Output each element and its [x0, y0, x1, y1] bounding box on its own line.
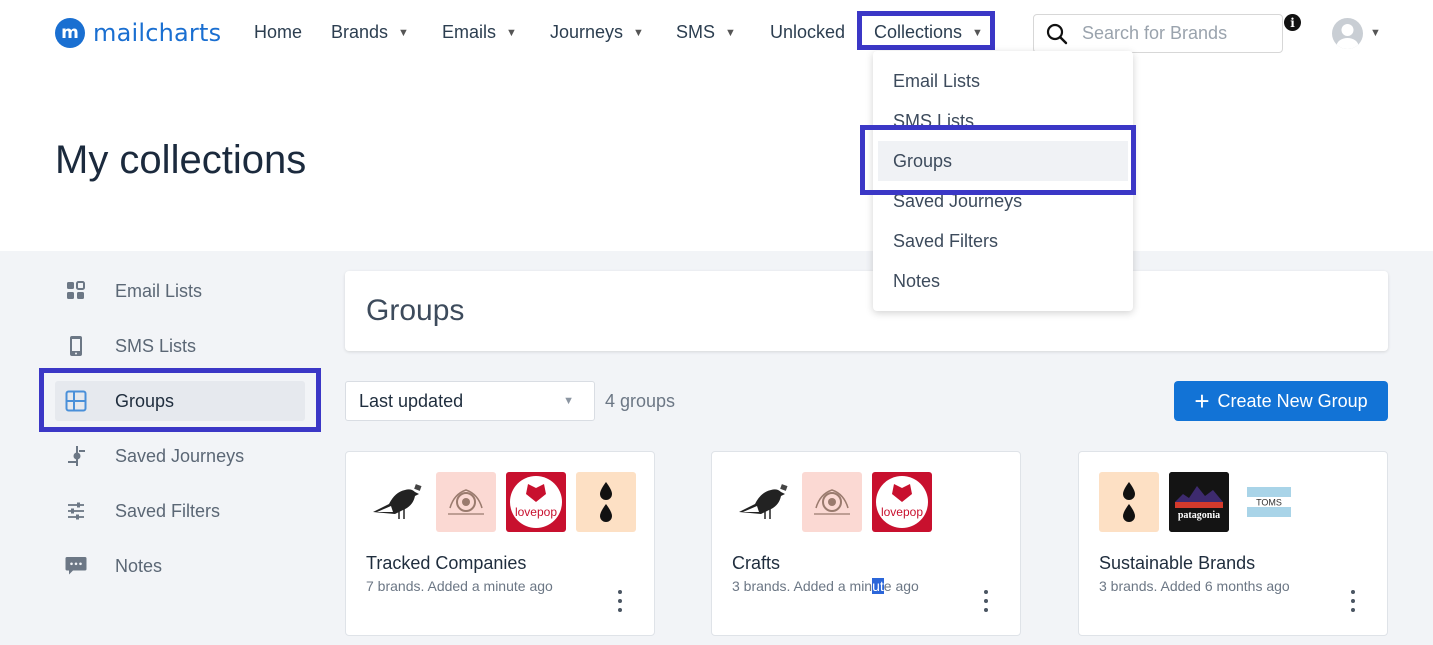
card-meta: 3 brands. Added 6 months ago: [1099, 578, 1290, 594]
mailcharts-logo[interactable]: m mailcharts: [55, 18, 221, 48]
nav-sms[interactable]: SMS ▼: [676, 22, 736, 43]
toms-text: TOMS: [1256, 498, 1282, 508]
more-options-icon[interactable]: [1349, 590, 1357, 612]
collections-highlight: [857, 11, 995, 50]
lovepop-logo-icon: lovepop: [506, 472, 566, 532]
create-new-group-button[interactable]: + Create New Group: [1174, 381, 1388, 421]
group-card-crafts[interactable]: lovepop Crafts 3 brands. Added a minute …: [711, 451, 1021, 636]
sidebar-item-email-lists[interactable]: Email Lists: [55, 271, 305, 311]
sliders-icon: [65, 500, 87, 522]
menu-item-saved-filters[interactable]: Saved Filters: [873, 221, 1133, 261]
sidebar-item-saved-filters[interactable]: Saved Filters: [55, 491, 305, 531]
plus-icon: +: [1194, 386, 1210, 416]
lovepop-text: lovepop: [515, 505, 557, 519]
ornament-logo-icon: [436, 472, 496, 532]
sidebar-item-label: Saved Filters: [115, 500, 221, 521]
nav-unlocked[interactable]: Unlocked: [770, 22, 845, 43]
more-options-icon[interactable]: [982, 590, 990, 612]
grid-icon: [65, 280, 87, 302]
sidebar-item-saved-journeys[interactable]: Saved Journeys: [55, 436, 305, 476]
card-meta: 7 brands. Added a minute ago: [366, 578, 553, 594]
card-meta: 3 brands. Added a minute ago: [732, 578, 919, 594]
chevron-down-icon: ▼: [563, 395, 574, 407]
phone-icon: [65, 335, 87, 357]
ornament-logo-icon: [802, 472, 862, 532]
brand-thumbnails: lovepop: [732, 472, 942, 532]
search-box[interactable]: [1033, 14, 1283, 53]
group-count: 4 groups: [605, 391, 676, 411]
card-title: Sustainable Brands: [1099, 553, 1256, 573]
nav-emails[interactable]: Emails ▼: [442, 22, 517, 43]
chevron-down-icon: ▼: [398, 26, 409, 39]
text-selection: ut: [872, 578, 884, 594]
drops-logo-icon: [1099, 472, 1159, 532]
logo-text: mailcharts: [93, 19, 222, 47]
card-meta-text: e ago: [883, 578, 919, 594]
chevron-down-icon[interactable]: ▼: [1370, 27, 1381, 39]
more-options-icon[interactable]: [616, 590, 624, 612]
drops-logo-icon: [576, 472, 636, 532]
pigeon-logo-icon: [732, 472, 792, 532]
nav-unlocked-label: Unlocked: [770, 22, 846, 42]
lovepop-text: lovepop: [881, 505, 923, 519]
sort-select-value: Last updated: [359, 390, 464, 411]
groups-header-panel: Groups: [345, 271, 1388, 351]
brand-thumbnails: lovepop: [366, 472, 646, 532]
section-title: Groups: [366, 294, 465, 327]
menu-groups-highlight: [860, 125, 1136, 195]
nav-journeys-label: Journeys: [550, 22, 624, 42]
journey-icon: [65, 445, 87, 467]
chat-icon: [65, 555, 87, 577]
sidebar-groups-highlight: [39, 368, 321, 432]
sidebar-item-label: SMS Lists: [115, 335, 197, 356]
toms-logo-icon: TOMS: [1239, 472, 1299, 532]
nav-emails-label: Emails: [442, 22, 497, 42]
card-title: Tracked Companies: [366, 553, 527, 573]
user-icon: [1336, 24, 1359, 49]
brand-thumbnails: patagonia TOMS: [1099, 472, 1309, 532]
chevron-down-icon: ▼: [633, 26, 644, 39]
nav-sms-label: SMS: [676, 22, 716, 42]
avatar[interactable]: [1332, 18, 1363, 49]
menu-item-notes[interactable]: Notes: [873, 261, 1133, 301]
menu-item-email-lists[interactable]: Email Lists: [873, 61, 1133, 101]
search-input[interactable]: [1082, 23, 1262, 44]
nav-journeys[interactable]: Journeys ▼: [550, 22, 644, 43]
create-button-label: Create New Group: [1217, 390, 1368, 411]
sidebar-item-label: Notes: [115, 555, 163, 576]
card-meta-text: 3 brands. Added a min: [732, 578, 873, 594]
group-card-sustainable-brands[interactable]: patagonia TOMS Sustainable Brands 3 bran…: [1078, 451, 1388, 636]
sidebar-item-label: Saved Journeys: [115, 445, 245, 466]
lovepop-logo-icon: lovepop: [872, 472, 932, 532]
chevron-down-icon: ▼: [725, 26, 736, 39]
patagonia-logo-icon: patagonia: [1169, 472, 1229, 532]
nav-brands[interactable]: Brands ▼: [331, 22, 409, 43]
patagonia-text: patagonia: [1178, 510, 1220, 521]
chevron-down-icon: ▼: [506, 26, 517, 39]
search-icon: [1046, 23, 1068, 44]
sidebar-item-sms-lists[interactable]: SMS Lists: [55, 326, 305, 366]
sidebar-item-label: Email Lists: [115, 280, 203, 301]
nav-home[interactable]: Home: [254, 22, 302, 43]
nav-brands-label: Brands: [331, 22, 389, 42]
pigeon-logo-icon: [366, 472, 426, 532]
card-title: Crafts: [732, 553, 781, 573]
page-title: My collections: [55, 138, 307, 182]
nav-home-label: Home: [254, 22, 303, 42]
top-navbar: m mailcharts Home Brands ▼ Emails ▼ Journe…: [0, 0, 1433, 66]
group-card-tracked-companies[interactable]: lovepop Tracked Companies 7 brands. Adde…: [345, 451, 655, 636]
logo-mark-icon: m: [55, 18, 85, 48]
sort-select[interactable]: Last updated ▼: [345, 381, 595, 421]
sidebar-item-notes[interactable]: Notes: [55, 546, 305, 586]
info-icon[interactable]: i: [1284, 14, 1301, 31]
